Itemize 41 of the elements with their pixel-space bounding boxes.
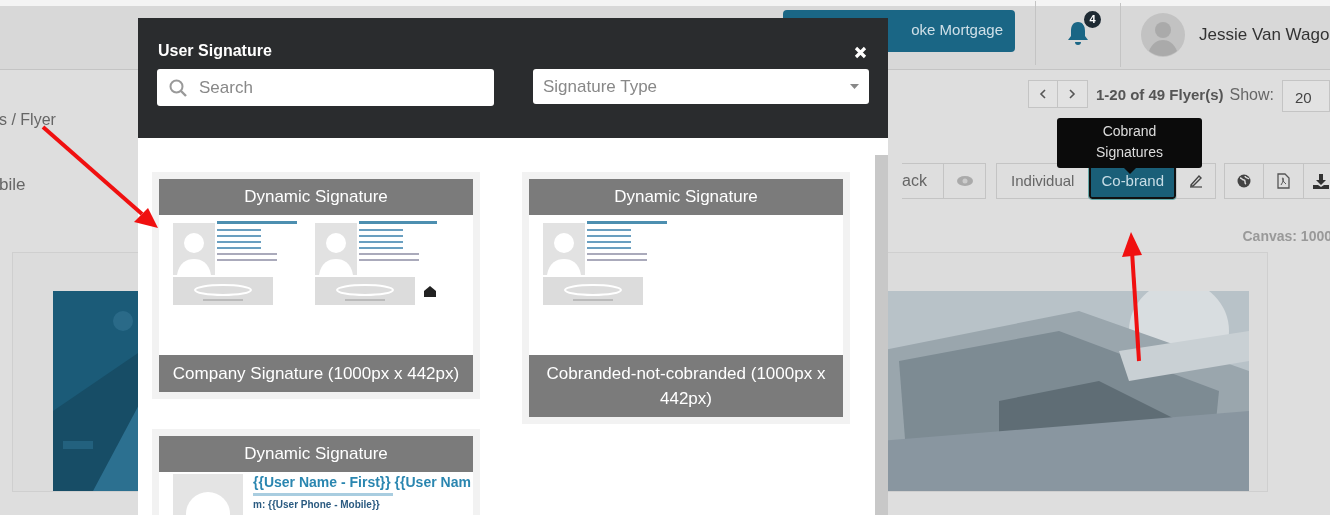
pen-icon xyxy=(1189,174,1203,188)
sidebar-item[interactable]: bile xyxy=(0,172,26,198)
user-name[interactable]: Jessie Van Wago xyxy=(1199,21,1330,48)
card-caption: Cobranded-not-cobranded (1000px x 442px) xyxy=(529,355,843,417)
bell-icon[interactable] xyxy=(1066,19,1090,46)
show-label: Show: xyxy=(1229,85,1274,105)
card-caption: Company Signature (1000px x 442px) xyxy=(159,355,473,392)
eye-icon xyxy=(956,176,973,186)
tooltip: Cobrand Signatures xyxy=(1057,118,1202,168)
search-icon xyxy=(169,79,187,97)
back-button[interactable]: ack xyxy=(902,163,945,199)
signature-card[interactable]: Dynamic Signature {{User Name - First}} {{User Nam m: {{User Phone - Mobile}} xyxy=(152,429,480,515)
search-field[interactable]: Search xyxy=(157,69,494,106)
signature-card[interactable]: Dynamic Signature Cobranded-not-cobranded (1000px x 442px) xyxy=(522,172,850,424)
chevron-right-icon xyxy=(1068,89,1076,99)
previous-page-button[interactable] xyxy=(1027,80,1058,108)
caret-icon xyxy=(850,84,859,89)
card-heading: Dynamic Signature xyxy=(159,179,473,215)
web-button[interactable] xyxy=(1224,163,1264,199)
globe-icon xyxy=(1237,174,1251,188)
preview-button[interactable] xyxy=(944,163,987,199)
dialog-title: User Signature xyxy=(158,41,272,61)
preview-text: m: {{User Phone - Mobile}} xyxy=(253,499,381,511)
close-icon[interactable] xyxy=(854,46,867,59)
notification-count: 4 xyxy=(1082,8,1103,30)
download-icon xyxy=(1313,173,1329,189)
pagination-range: 1-20 of 49 Flyer(s) xyxy=(1095,85,1224,105)
signature-type-dropdown[interactable]: Signature Type xyxy=(533,69,869,104)
chevron-left-icon xyxy=(1039,89,1047,99)
download-button[interactable] xyxy=(1304,163,1330,199)
page-size-field[interactable]: 20 xyxy=(1282,80,1330,112)
dropdown-placeholder: Signature Type xyxy=(543,75,658,98)
scrollbar[interactable] xyxy=(875,155,888,515)
breadcrumb[interactable]: s / Flyer xyxy=(0,111,56,128)
next-page-button[interactable] xyxy=(1057,80,1088,108)
tooltip-pointer-icon xyxy=(1123,168,1136,174)
card-heading: Dynamic Signature xyxy=(159,436,473,472)
card-heading: Dynamic Signature xyxy=(529,179,843,215)
pdf-file-icon xyxy=(1277,173,1290,189)
preview-text: {{User Name - First}} {{User Nam xyxy=(253,474,471,490)
signature-card[interactable]: Dynamic Signature Company Signature (1000px x 442px) xyxy=(152,172,480,399)
